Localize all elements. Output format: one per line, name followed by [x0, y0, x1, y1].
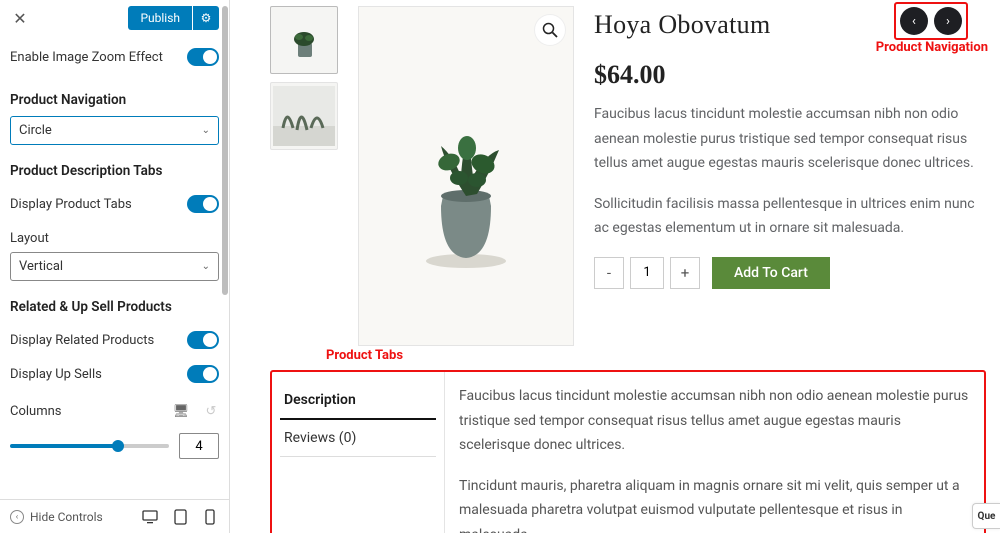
display-product-tabs-label: Display Product Tabs: [10, 197, 187, 212]
desktop-icon[interactable]: 🖥: [173, 403, 189, 419]
next-product-button[interactable]: ›: [934, 7, 962, 35]
product-navigation-title: Product Navigation: [10, 92, 219, 108]
publish-button[interactable]: Publish: [128, 6, 192, 30]
sidebar-scrollbar[interactable]: [222, 6, 228, 295]
close-icon[interactable]: ✕: [10, 8, 30, 28]
display-product-tabs-toggle[interactable]: [187, 195, 219, 213]
tab-reviews[interactable]: Reviews (0): [280, 420, 436, 457]
layout-label: Layout: [10, 231, 219, 246]
add-to-cart-row: - + Add To Cart: [594, 257, 986, 289]
sidebar-scroll: ✕ Publish ⚙ Enable Image Zoom Effect Pro…: [0, 0, 229, 499]
columns-input[interactable]: [179, 433, 219, 459]
preview-pane: ‹ › Product Navigation Hoya Obovatum $64…: [230, 0, 1000, 533]
customizer-sidebar: ✕ Publish ⚙ Enable Image Zoom Effect Pro…: [0, 0, 230, 533]
product-navigation-controls: ‹ ›: [894, 2, 968, 40]
columns-slider[interactable]: [10, 444, 169, 448]
product-description-1: Faucibus lacus tincidunt molestie accums…: [594, 102, 986, 176]
chevron-down-icon: ⌄: [202, 261, 210, 272]
thumbnail-1[interactable]: [270, 6, 338, 74]
thumbnail-column: [270, 6, 338, 150]
thumbnail-2[interactable]: [270, 82, 338, 150]
gear-icon: ⚙: [201, 11, 212, 25]
hide-controls-button[interactable]: ‹ Hide Controls: [10, 510, 103, 524]
chevron-down-icon: ⌄: [202, 125, 210, 136]
qty-input[interactable]: [630, 257, 664, 289]
zoom-effect-toggle[interactable]: [187, 48, 219, 66]
tab-content-p2: Tincidunt mauris, pharetra aliquam in ma…: [459, 474, 970, 533]
add-to-cart-button[interactable]: Add To Cart: [712, 257, 830, 289]
magnify-icon: [542, 22, 558, 38]
product-description-2: Sollicitudin facilisis massa pellentesqu…: [594, 192, 986, 241]
product-price: $64.00: [594, 60, 986, 90]
device-mobile-icon[interactable]: [201, 508, 219, 526]
sidebar-footer: ‹ Hide Controls: [0, 499, 229, 533]
qty-increase-button[interactable]: +: [670, 257, 700, 289]
publish-settings-button[interactable]: ⚙: [193, 6, 219, 30]
layout-select[interactable]: Vertical ⌄: [10, 252, 219, 281]
qty-decrease-button[interactable]: -: [594, 257, 624, 289]
magnify-button[interactable]: [535, 15, 565, 45]
tab-content: Faucibus lacus tincidunt molestie accums…: [444, 372, 984, 533]
reset-icon[interactable]: ↺: [203, 403, 219, 419]
chevron-right-icon: ›: [946, 14, 950, 29]
product-top: ‹ › Product Navigation Hoya Obovatum $64…: [270, 4, 986, 346]
tabs-list: Description Reviews (0): [272, 372, 444, 533]
device-tablet-icon[interactable]: [171, 508, 189, 526]
tab-content-p1: Faucibus lacus tincidunt molestie accums…: [459, 384, 970, 458]
product-tabs-wrap: Product Tabs Description Reviews (0) Fau…: [270, 370, 986, 533]
product-navigation-value: Circle: [19, 123, 52, 138]
product-navigation-select[interactable]: Circle ⌄: [10, 116, 219, 145]
related-products-title: Related & Up Sell Products: [10, 299, 219, 315]
display-related-toggle[interactable]: [187, 331, 219, 349]
collapse-icon: ‹: [10, 510, 24, 524]
tab-description[interactable]: Description: [280, 382, 436, 420]
prev-product-button[interactable]: ‹: [900, 7, 928, 35]
product-tabs-box: Description Reviews (0) Faucibus lacus t…: [270, 370, 986, 533]
product-description-tabs-title: Product Description Tabs: [10, 163, 219, 179]
display-upsells-label: Display Up Sells: [10, 367, 187, 382]
display-upsells-toggle[interactable]: [187, 365, 219, 383]
product-info: ‹ › Product Navigation Hoya Obovatum $64…: [594, 4, 986, 289]
product-tabs-callout: Product Tabs: [326, 348, 403, 363]
layout-value: Vertical: [19, 259, 63, 274]
chevron-left-icon: ‹: [912, 14, 916, 29]
product-navigation-callout: Product Navigation: [876, 40, 988, 55]
que-widget[interactable]: Que: [972, 503, 1000, 529]
display-related-label: Display Related Products: [10, 333, 187, 348]
main-product-image[interactable]: [358, 6, 574, 346]
zoom-effect-label: Enable Image Zoom Effect: [10, 50, 187, 65]
columns-label: Columns: [10, 404, 173, 419]
device-desktop-icon[interactable]: [141, 508, 159, 526]
